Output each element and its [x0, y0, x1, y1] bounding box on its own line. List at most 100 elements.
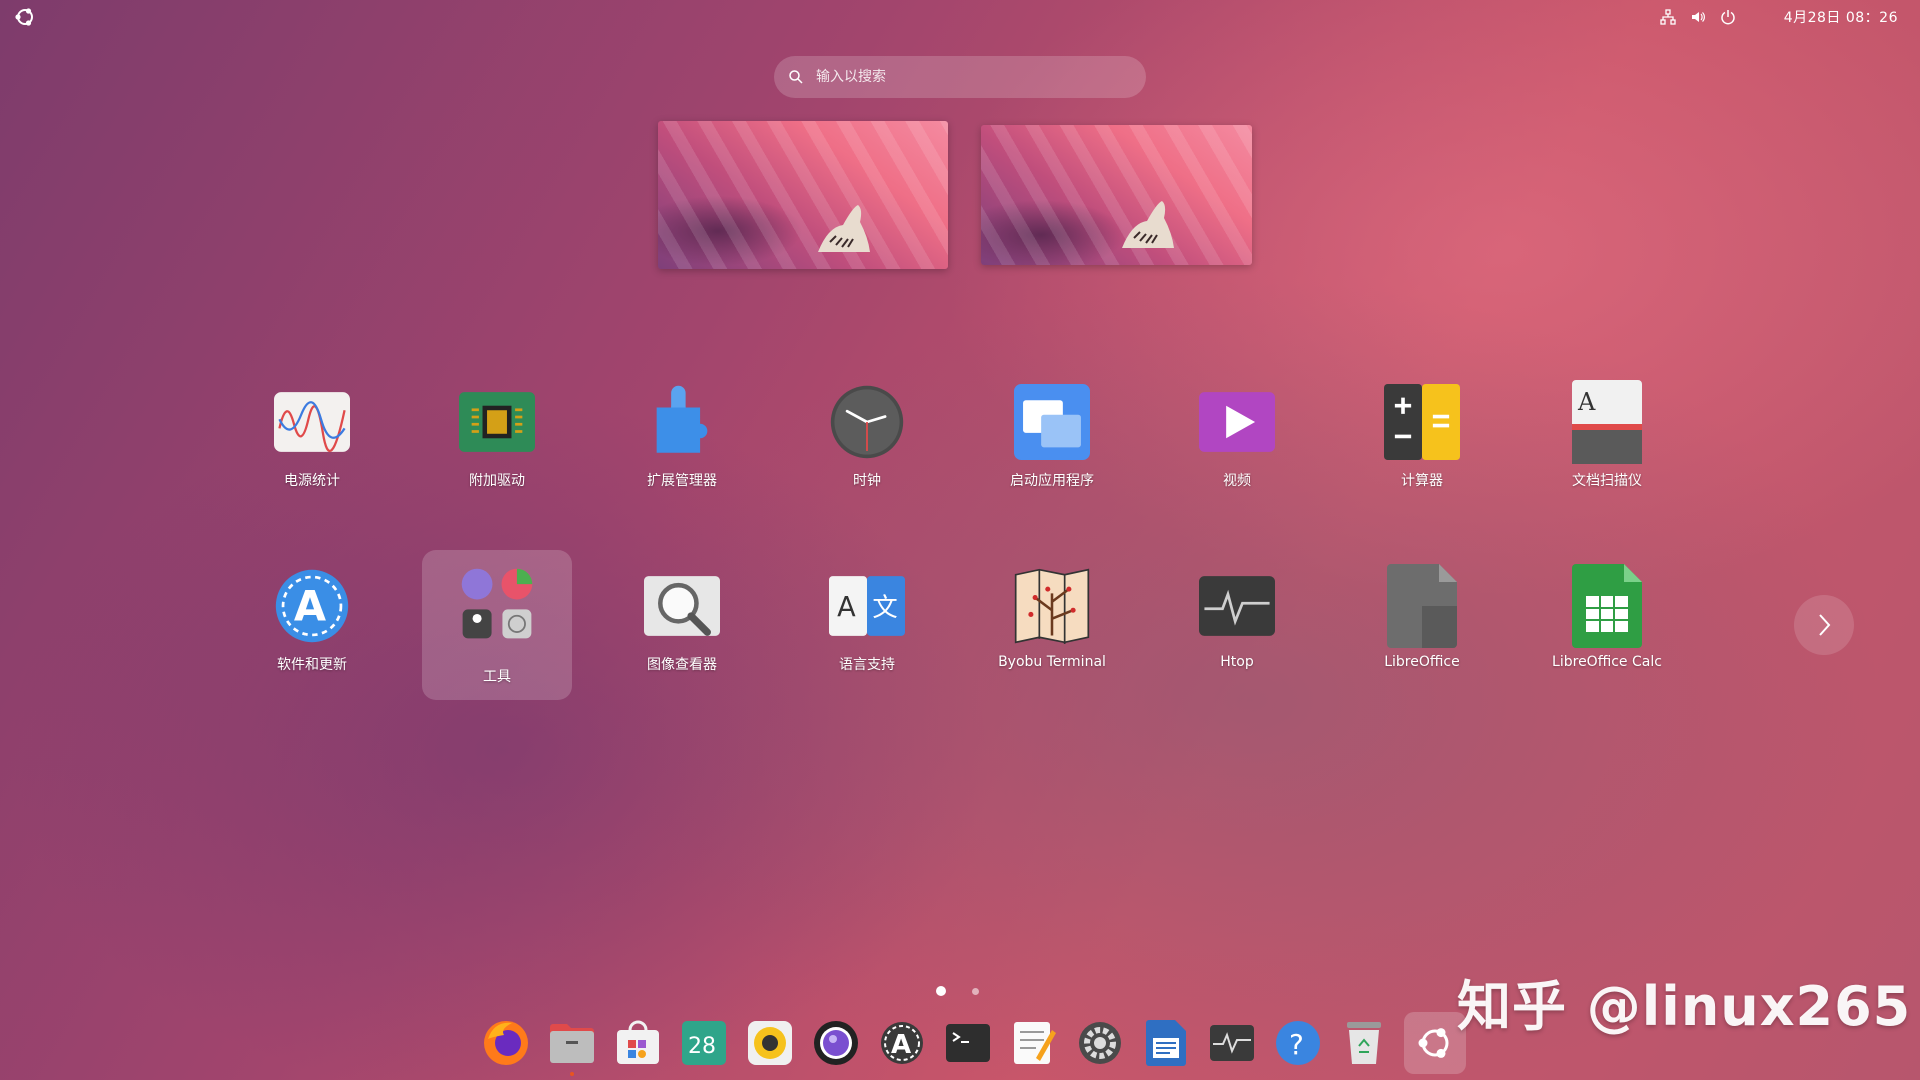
svg-text:文: 文 [872, 592, 897, 622]
dock-trash[interactable] [1338, 1017, 1390, 1069]
byobu-terminal-icon [1014, 568, 1090, 644]
app-power-statistics[interactable]: 电源统计 [237, 372, 387, 522]
software-updater-icon: A [881, 1022, 923, 1064]
app-label: 工具 [483, 669, 511, 685]
dock-screenshot[interactable] [810, 1017, 862, 1069]
search-input[interactable] [814, 68, 1118, 86]
svg-text:A: A [294, 581, 326, 630]
settings-gear-icon [1079, 1022, 1121, 1064]
app-label: 文档扫描仪 [1572, 473, 1642, 489]
page-dot-1[interactable] [936, 986, 946, 996]
startup-apps-icon [1014, 384, 1090, 460]
running-indicator [570, 1072, 574, 1076]
dock-software-updater[interactable]: A [876, 1017, 928, 1069]
top-bar: 4月28日 08：26 [0, 0, 1920, 32]
volume-icon[interactable] [1690, 9, 1706, 25]
app-label: 语言支持 [839, 657, 895, 673]
clock[interactable]: 4月28日 08：26 [1784, 7, 1898, 27]
app-extension-manager[interactable]: 扩展管理器 [607, 372, 757, 522]
power-icon[interactable] [1720, 9, 1736, 25]
app-label: 图像查看器 [647, 657, 717, 673]
app-software-updates[interactable]: A 软件和更新 [237, 556, 387, 706]
dock-settings[interactable] [1074, 1017, 1126, 1069]
additional-drivers-icon [459, 384, 535, 460]
svg-text:A: A [891, 1030, 911, 1060]
language-support-icon: A文 [829, 568, 905, 644]
software-center-icon [617, 1020, 659, 1064]
workspace-thumbnail-1[interactable] [658, 121, 948, 269]
dock-firefox[interactable] [480, 1017, 532, 1069]
svg-text:28: 28 [688, 1034, 716, 1059]
app-clock[interactable]: 时钟 [792, 372, 942, 522]
calculator-icon [1384, 384, 1460, 460]
dock-files[interactable] [546, 1017, 598, 1076]
screenshot-icon [814, 1021, 858, 1065]
utilities-folder-icon [459, 566, 535, 642]
dock-rhythmbox[interactable] [744, 1017, 796, 1069]
system-tray[interactable]: 4月28日 08：26 [1660, 7, 1898, 27]
app-label: 电源统计 [284, 473, 340, 489]
svg-text:A: A [1577, 388, 1596, 416]
app-calculator[interactable]: 计算器 [1347, 372, 1497, 522]
htop-icon [1199, 568, 1275, 644]
app-label: 时钟 [853, 473, 881, 489]
show-apps-ubuntu-icon [1418, 1028, 1449, 1058]
libreoffice-icon [1384, 564, 1460, 648]
chevron-right-icon [1819, 614, 1831, 636]
calendar-icon: 28 [682, 1021, 726, 1065]
clock-icon [829, 384, 905, 460]
system-monitor-icon [1210, 1025, 1254, 1061]
next-page-button[interactable] [1794, 595, 1854, 655]
app-label: LibreOffice Calc [1552, 654, 1662, 670]
video-icon [1199, 384, 1275, 460]
text-editor-icon [1014, 1022, 1056, 1064]
svg-text:A: A [837, 592, 856, 623]
dock-help[interactable]: ? [1272, 1017, 1324, 1069]
app-folder-utilities[interactable]: 工具 [422, 550, 572, 700]
app-libreoffice-calc[interactable]: LibreOffice Calc [1532, 556, 1682, 706]
power-statistics-icon [274, 384, 350, 460]
libreoffice-calc-icon [1569, 564, 1645, 648]
app-startup-applications[interactable]: 启动应用程序 [977, 372, 1127, 522]
search-bar[interactable] [774, 56, 1146, 98]
app-image-viewer[interactable]: 图像查看器 [607, 556, 757, 706]
extension-manager-icon [644, 384, 720, 460]
app-additional-drivers[interactable]: 附加驱动 [422, 372, 572, 522]
workspace-thumbnail-2[interactable] [981, 125, 1252, 265]
dock-software-center[interactable] [612, 1017, 664, 1069]
svg-text:?: ? [1289, 1028, 1304, 1061]
app-document-scanner[interactable]: A 文档扫描仪 [1532, 372, 1682, 522]
app-libreoffice[interactable]: LibreOffice [1347, 556, 1497, 706]
files-icon [550, 1024, 594, 1063]
app-htop[interactable]: Htop [1162, 556, 1312, 706]
app-label: 软件和更新 [277, 657, 347, 673]
watermark: 知乎 @linux265 [1457, 975, 1912, 1038]
app-label: Htop [1220, 654, 1254, 670]
app-label: 附加驱动 [469, 473, 525, 489]
page-indicator[interactable] [936, 986, 979, 996]
rhythmbox-icon [748, 1021, 792, 1065]
search-icon [789, 70, 803, 84]
trash-icon [1347, 1022, 1381, 1064]
dock-calendar[interactable]: 28 [678, 1017, 730, 1069]
dock: 28 A ? [480, 1012, 1466, 1076]
dock-text-editor[interactable] [1008, 1017, 1060, 1069]
numbat-illustration [818, 205, 870, 252]
app-video[interactable]: 视频 [1162, 372, 1312, 522]
dock-terminal[interactable] [942, 1017, 994, 1069]
app-byobu-terminal[interactable]: Byobu Terminal [977, 556, 1127, 706]
activities-ubuntu-icon[interactable] [14, 6, 36, 28]
app-language-support[interactable]: A文 语言支持 [792, 556, 942, 706]
app-label: 启动应用程序 [1010, 473, 1094, 489]
image-viewer-icon [644, 568, 720, 644]
libreoffice-writer-icon [1146, 1020, 1186, 1066]
app-label: LibreOffice [1384, 654, 1460, 670]
dock-libreoffice-writer[interactable] [1140, 1017, 1192, 1069]
software-updates-icon: A [274, 568, 350, 644]
app-label: Byobu Terminal [998, 654, 1106, 670]
terminal-icon [946, 1024, 990, 1062]
page-dot-2[interactable] [972, 987, 979, 995]
document-scanner-icon: A [1569, 380, 1645, 464]
dock-system-monitor[interactable] [1206, 1017, 1258, 1069]
network-icon[interactable] [1660, 9, 1676, 25]
